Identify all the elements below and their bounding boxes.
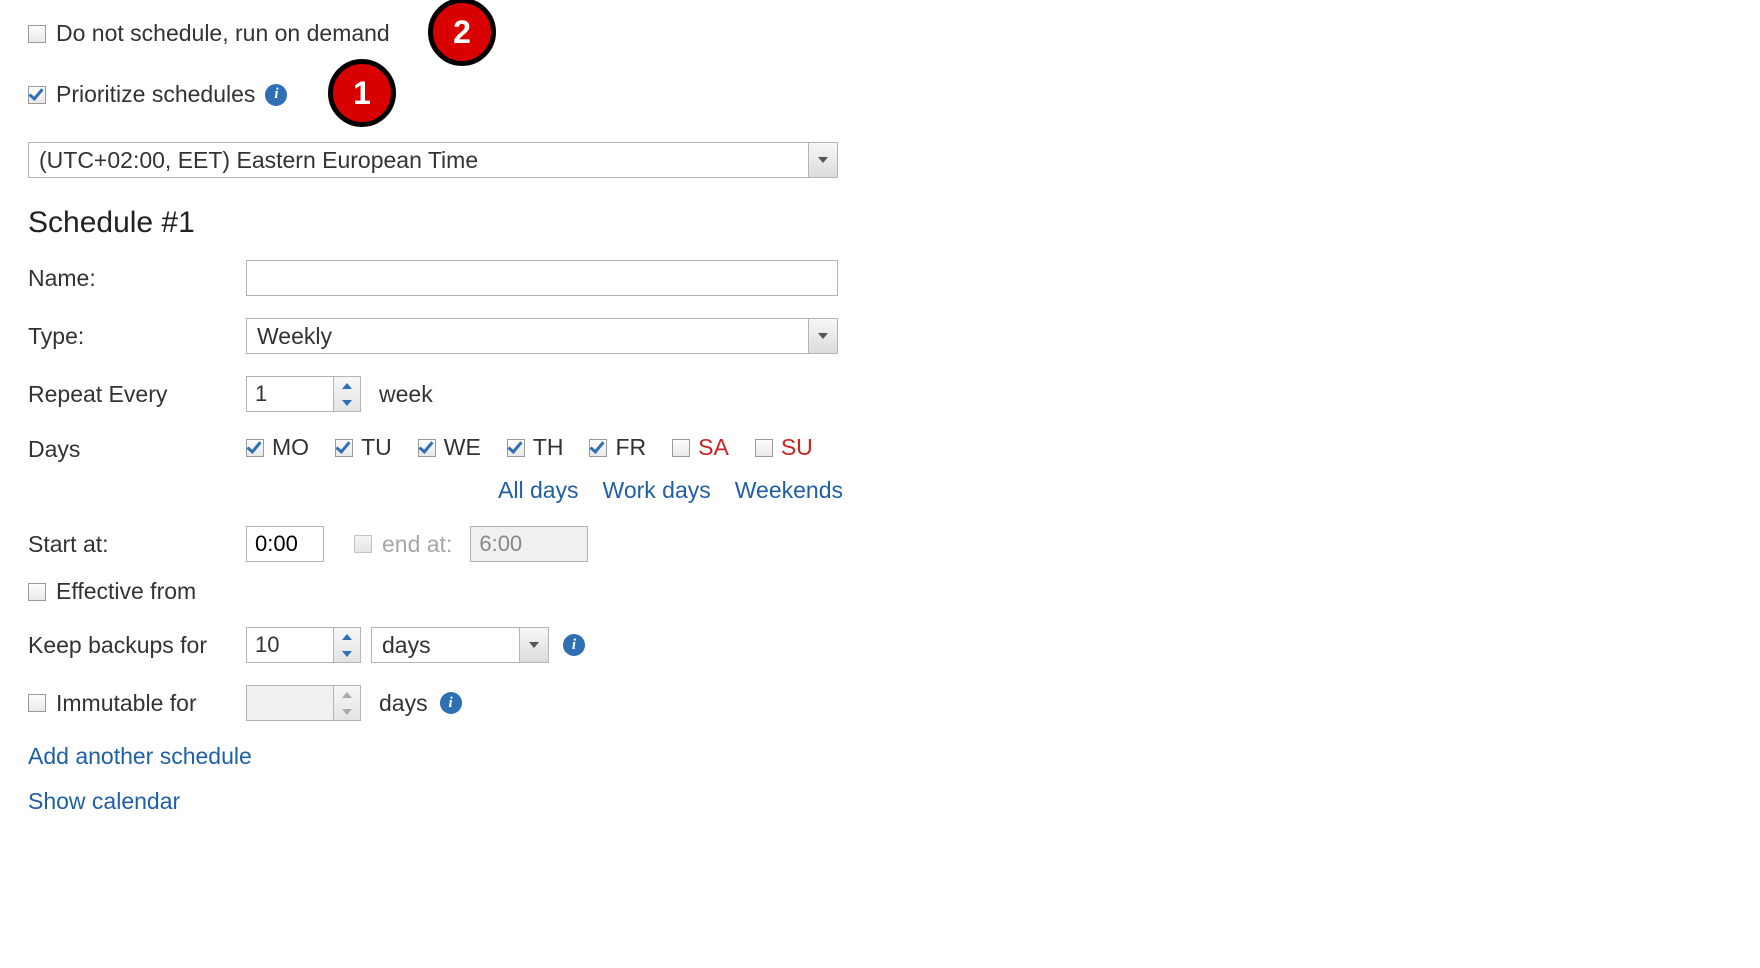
- day-we: WE: [418, 434, 481, 461]
- day-su-checkbox[interactable]: [755, 439, 773, 457]
- day-fr-label: FR: [615, 434, 646, 461]
- day-su: SU: [755, 434, 813, 461]
- keep-unit-value: days: [372, 628, 519, 662]
- chevron-down-icon: [808, 143, 837, 177]
- info-icon[interactable]: i: [563, 634, 585, 656]
- do-not-schedule-checkbox[interactable]: [28, 25, 46, 43]
- day-mo-checkbox[interactable]: [246, 439, 264, 457]
- repeat-unit: week: [379, 381, 433, 408]
- show-calendar-link[interactable]: Show calendar: [28, 788, 1428, 815]
- repeat-spinner[interactable]: 1: [246, 376, 361, 412]
- day-tu-label: TU: [361, 434, 392, 461]
- type-select[interactable]: Weekly: [246, 318, 838, 354]
- chevron-down-icon: [519, 628, 548, 662]
- name-label: Name:: [28, 265, 246, 292]
- effective-from-checkbox[interactable]: [28, 583, 46, 601]
- spinner-down-icon[interactable]: [334, 394, 360, 411]
- immutable-spinner: [246, 685, 361, 721]
- immutable-checkbox[interactable]: [28, 694, 46, 712]
- keep-value-spinner[interactable]: 10: [246, 627, 361, 663]
- end-at-label: end at:: [382, 531, 452, 558]
- spinner-down-icon: [334, 703, 360, 720]
- day-th-label: TH: [533, 434, 564, 461]
- days-label: Days: [28, 434, 246, 463]
- repeat-label: Repeat Every: [28, 381, 246, 408]
- day-mo: MO: [246, 434, 309, 461]
- end-input: [470, 526, 588, 562]
- day-th-checkbox[interactable]: [507, 439, 525, 457]
- name-input[interactable]: [246, 260, 838, 296]
- keep-unit-select[interactable]: days: [371, 627, 549, 663]
- day-sa-checkbox[interactable]: [672, 439, 690, 457]
- immutable-label: Immutable for: [56, 690, 197, 717]
- schedule-heading: Schedule #1: [28, 206, 1428, 240]
- day-fr-checkbox[interactable]: [589, 439, 607, 457]
- start-input[interactable]: [246, 526, 324, 562]
- timezone-value: (UTC+02:00, EET) Eastern European Time: [29, 143, 808, 177]
- weekends-link[interactable]: Weekends: [735, 477, 843, 504]
- spinner-up-icon[interactable]: [334, 377, 360, 394]
- type-label: Type:: [28, 323, 246, 350]
- immutable-value: [247, 686, 333, 720]
- prioritize-checkbox[interactable]: [28, 86, 46, 104]
- start-label: Start at:: [28, 531, 246, 558]
- immutable-unit: days: [379, 690, 428, 717]
- days-group: MO TU WE TH FR SA SU: [246, 434, 843, 461]
- work-days-link[interactable]: Work days: [603, 477, 711, 504]
- info-icon[interactable]: i: [440, 692, 462, 714]
- prioritize-label: Prioritize schedules: [56, 81, 255, 108]
- day-we-checkbox[interactable]: [418, 439, 436, 457]
- spinner-up-icon: [334, 686, 360, 703]
- info-icon[interactable]: i: [265, 84, 287, 106]
- day-sa-label: SA: [698, 434, 729, 461]
- day-fr: FR: [589, 434, 646, 461]
- day-mo-label: MO: [272, 434, 309, 461]
- day-we-label: WE: [444, 434, 481, 461]
- day-tu-checkbox[interactable]: [335, 439, 353, 457]
- all-days-link[interactable]: All days: [498, 477, 579, 504]
- callout-one: 1: [328, 59, 396, 127]
- keep-value: 10: [247, 628, 333, 662]
- day-tu: TU: [335, 434, 392, 461]
- do-not-schedule-label: Do not schedule, run on demand: [56, 20, 390, 47]
- type-value: Weekly: [247, 319, 808, 353]
- day-sa: SA: [672, 434, 729, 461]
- prioritize-row: Prioritize schedules i 1: [28, 81, 1428, 108]
- spinner-down-icon[interactable]: [334, 645, 360, 662]
- day-th: TH: [507, 434, 564, 461]
- do-not-schedule-row: Do not schedule, run on demand 2: [28, 20, 1428, 47]
- add-another-schedule-link[interactable]: Add another schedule: [28, 743, 1428, 770]
- callout-two: 2: [428, 0, 496, 66]
- day-su-label: SU: [781, 434, 813, 461]
- repeat-value: 1: [247, 377, 333, 411]
- timezone-select[interactable]: (UTC+02:00, EET) Eastern European Time: [28, 142, 838, 178]
- spinner-up-icon[interactable]: [334, 628, 360, 645]
- chevron-down-icon: [808, 319, 837, 353]
- effective-from-label: Effective from: [56, 578, 196, 605]
- end-at-checkbox[interactable]: [354, 535, 372, 553]
- keep-label: Keep backups for: [28, 632, 246, 659]
